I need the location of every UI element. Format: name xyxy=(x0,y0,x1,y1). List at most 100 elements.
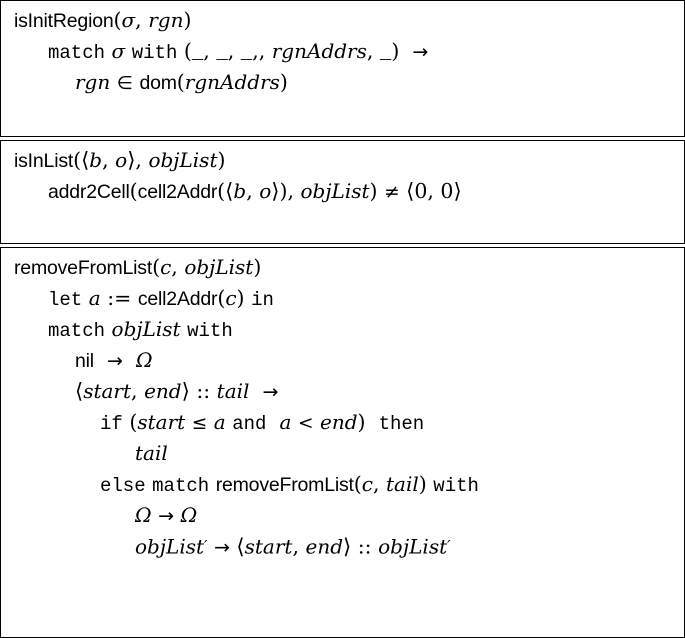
code-token-sym: ( xyxy=(73,148,82,172)
code-token-var: objList xyxy=(184,255,254,279)
code-token-sym: , xyxy=(366,39,380,63)
code-token-sym: , xyxy=(246,179,260,203)
code-token-var: rgn xyxy=(75,70,111,94)
code-token-var: tail xyxy=(135,441,168,465)
code-token-sym: , xyxy=(292,534,306,559)
code-token-sym: , xyxy=(135,148,149,172)
code-token-var: start xyxy=(83,379,132,403)
code-token-sp xyxy=(249,379,262,403)
code-token-sym: ) xyxy=(418,472,427,496)
code-token-sym: ( xyxy=(152,255,161,279)
code-token-kw: with xyxy=(433,475,479,497)
code-token-var: rgnAddrs xyxy=(184,70,280,94)
definition-box-removefromlist: removeFromList(c, objList) let a := cell2… xyxy=(0,247,685,638)
code-token-sym: ) xyxy=(183,8,192,32)
code-line: objList′ → ⟨start, end⟩ :: objList′ xyxy=(1,531,684,562)
code-token-sym: ( xyxy=(176,70,185,94)
code-token-var: tail xyxy=(386,472,419,496)
code-token-var: rgnAddrs xyxy=(271,39,367,63)
code-token-arr: → xyxy=(262,381,279,403)
code-token-sp xyxy=(266,410,279,434)
code-token-us: _ xyxy=(379,42,392,64)
code-token-sym: 0, 0 xyxy=(414,179,454,203)
code-token-kw: then xyxy=(378,413,425,435)
definition-box-isinlist: isInList(⟨b, o⟩, objList) addr2Cell(cell2… xyxy=(0,140,685,244)
code-line: nil → Ω xyxy=(1,345,684,376)
code-token-greek: σ xyxy=(121,8,136,32)
code-token-sp xyxy=(366,410,379,434)
code-token-sym: ) xyxy=(236,286,245,310)
code-token-kw: match xyxy=(48,320,106,342)
code-token-var: rgn xyxy=(148,8,184,32)
code-token-kw: with xyxy=(187,320,233,342)
code-line: isInList(⟨b, o⟩, objList) xyxy=(1,145,684,176)
code-token-arr: → xyxy=(213,536,230,559)
code-token-prime: ′ xyxy=(447,537,451,555)
code-token-sym: ) xyxy=(357,410,366,434)
code-lines: isInitRegion(σ, rgn) match σ with (_, _, … xyxy=(1,1,684,98)
code-token-sym: ( xyxy=(183,39,192,63)
code-token-greek: σ xyxy=(111,39,126,63)
code-token-sym: ( xyxy=(217,179,226,203)
code-token-ang: ⟩ xyxy=(453,179,462,203)
code-line: tail xyxy=(1,438,684,469)
code-token-var: end xyxy=(305,534,344,559)
code-token-rel: < xyxy=(297,413,314,434)
code-token-sym: :: xyxy=(351,534,379,559)
code-token-sym: ) xyxy=(279,70,288,94)
code-token-sym: ) xyxy=(253,255,262,279)
code-token-var: b xyxy=(89,148,103,172)
code-token-us: _ xyxy=(240,42,253,64)
code-token-sym: ( xyxy=(113,8,122,32)
code-token-sym: , xyxy=(372,472,386,496)
code-token-greek: Ω xyxy=(135,503,152,527)
code-token-sym: ) xyxy=(217,148,226,172)
code-token-sym: := xyxy=(107,286,132,310)
code-token-sym: , xyxy=(227,39,241,63)
code-token-sym: ( xyxy=(129,179,138,203)
code-token-ang: ⟨ xyxy=(236,534,245,559)
code-token-fn: cell2Addr xyxy=(137,288,218,310)
code-token-fn: removeFromList xyxy=(215,474,354,496)
code-token-var: objList xyxy=(135,534,205,559)
code-token-var: c xyxy=(225,286,237,310)
code-line: ⟨start, end⟩ :: tail → xyxy=(1,376,684,407)
code-token-sp xyxy=(123,348,136,372)
code-token-arr: → xyxy=(106,350,123,372)
code-token-var: objList xyxy=(378,534,448,559)
code-token-var: b xyxy=(233,179,247,203)
code-token-fn: removeFromList xyxy=(14,257,153,279)
code-token-arr: → xyxy=(158,505,175,527)
code-token-rel: ∈ xyxy=(116,73,133,94)
pseudocode-figure: isInitRegion(σ, rgn) match σ with (_, _, … xyxy=(0,0,685,638)
code-token-kw: in xyxy=(251,289,274,311)
code-token-var: a xyxy=(88,286,101,310)
code-token-sym: ), xyxy=(279,179,301,203)
code-token-sym: , xyxy=(135,8,149,32)
code-line: let a := cell2Addr(c) in xyxy=(1,283,684,314)
code-token-kw: and xyxy=(232,413,267,435)
code-token-ang: ⟨ xyxy=(75,379,84,403)
code-token-kw: match xyxy=(152,475,210,497)
code-token-rel: ≠ xyxy=(384,182,400,203)
code-line: else match removeFromList(c, tail) with xyxy=(1,469,684,500)
code-line: match σ with (_, _, _,, rgnAddrs, _) → xyxy=(1,36,684,67)
code-token-var: start xyxy=(244,534,293,559)
code-token-var: end xyxy=(320,410,358,434)
code-token-rel: ≤ xyxy=(191,413,208,434)
code-token-sym: , xyxy=(102,148,116,172)
code-token-sp xyxy=(94,348,107,372)
code-token-kw: let xyxy=(48,289,83,311)
code-token-us: _ xyxy=(216,42,228,64)
code-line: Ω → Ω xyxy=(1,500,684,531)
code-token-var: o xyxy=(259,179,272,203)
code-token-sym: ) xyxy=(369,179,378,203)
code-token-greek: Ω xyxy=(180,503,198,527)
code-line: rgn ∈ dom(rgnAddrs) xyxy=(1,67,684,98)
code-token-ang: ⟩ xyxy=(181,379,190,403)
code-token-var: objList xyxy=(300,179,370,203)
code-token-fn: isInList xyxy=(14,150,74,172)
code-token-ang: ⟩ xyxy=(343,534,352,559)
code-token-var: a xyxy=(279,410,292,434)
code-token-sym: , xyxy=(203,39,217,63)
